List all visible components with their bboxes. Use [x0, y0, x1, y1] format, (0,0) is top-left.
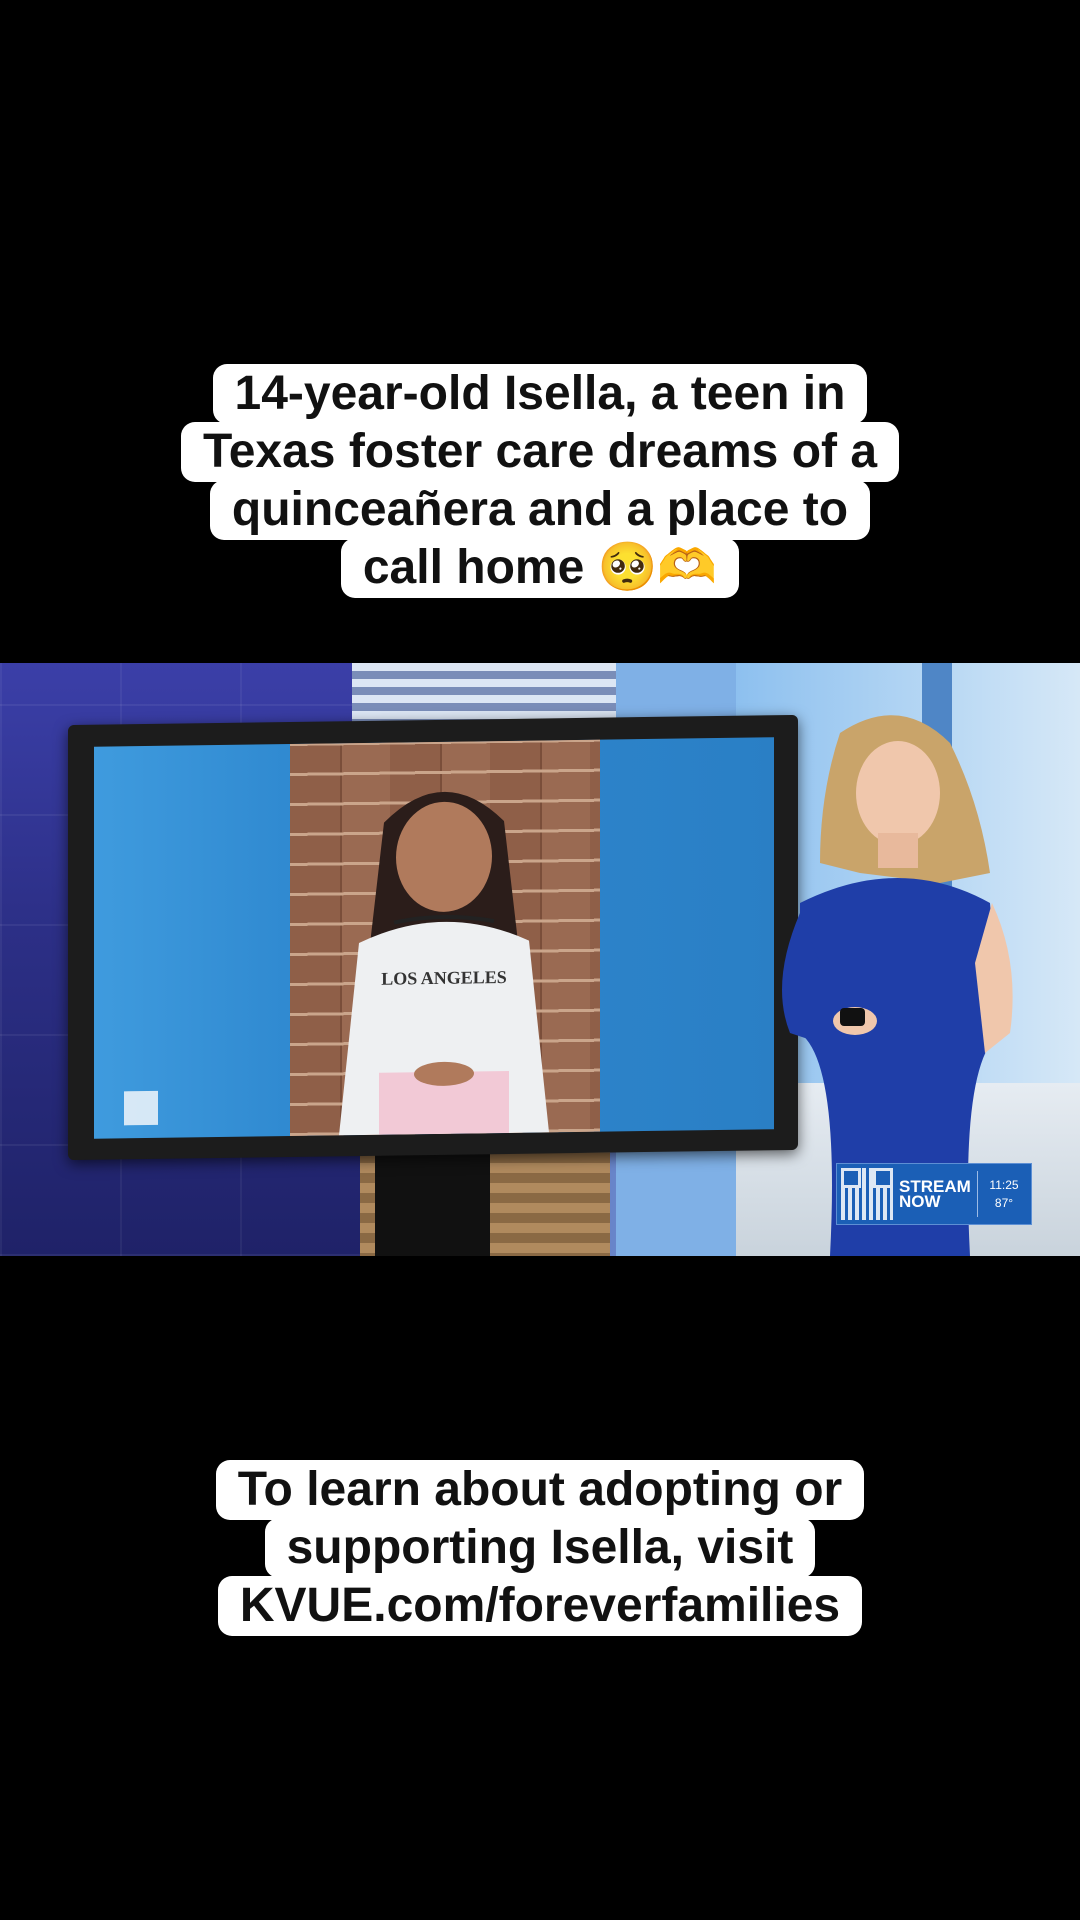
caption-line: KVUE.com/foreverfamilies — [217, 1576, 863, 1636]
badge-meta: 11:25 87° — [984, 1176, 1024, 1212]
shirt-text: LOS ANGELES — [381, 967, 507, 989]
monitor-corner-logo — [124, 1090, 158, 1126]
caption-line: Texas foster care dreams of a — [180, 422, 900, 482]
caption-line: call home 🥺🫶 — [340, 538, 740, 598]
caption-line: To learn about adopting or — [215, 1460, 865, 1520]
caption-line: supporting Isella, visit — [264, 1518, 816, 1578]
stream-now-badge[interactable]: STREAM NOW 11:25 87° — [836, 1163, 1032, 1225]
badge-time: 11:25 — [989, 1178, 1019, 1192]
monitor-stand — [375, 1139, 490, 1256]
video-frame[interactable]: LOS ANGELES STREAM NOW 11:25 87° — [0, 663, 1080, 1256]
stream-label-line2: NOW — [899, 1192, 941, 1211]
qr-code-icon — [841, 1168, 893, 1220]
stream-now-label: STREAM NOW — [899, 1178, 977, 1211]
badge-temperature: 87° — [994, 1196, 1014, 1210]
caption-line: quinceañera and a place to — [209, 480, 871, 540]
bottom-caption: To learn about adopting or supporting Is… — [0, 1460, 1080, 1636]
caption-line: 14-year-old Isella, a teen in — [212, 364, 868, 424]
photo-of-isella: LOS ANGELES — [339, 791, 549, 1136]
studio-monitor: LOS ANGELES — [68, 714, 798, 1161]
badge-divider — [977, 1171, 978, 1217]
top-caption: 14-year-old Isella, a teen in Texas fost… — [0, 364, 1080, 598]
monitor-screen: LOS ANGELES — [94, 737, 774, 1139]
